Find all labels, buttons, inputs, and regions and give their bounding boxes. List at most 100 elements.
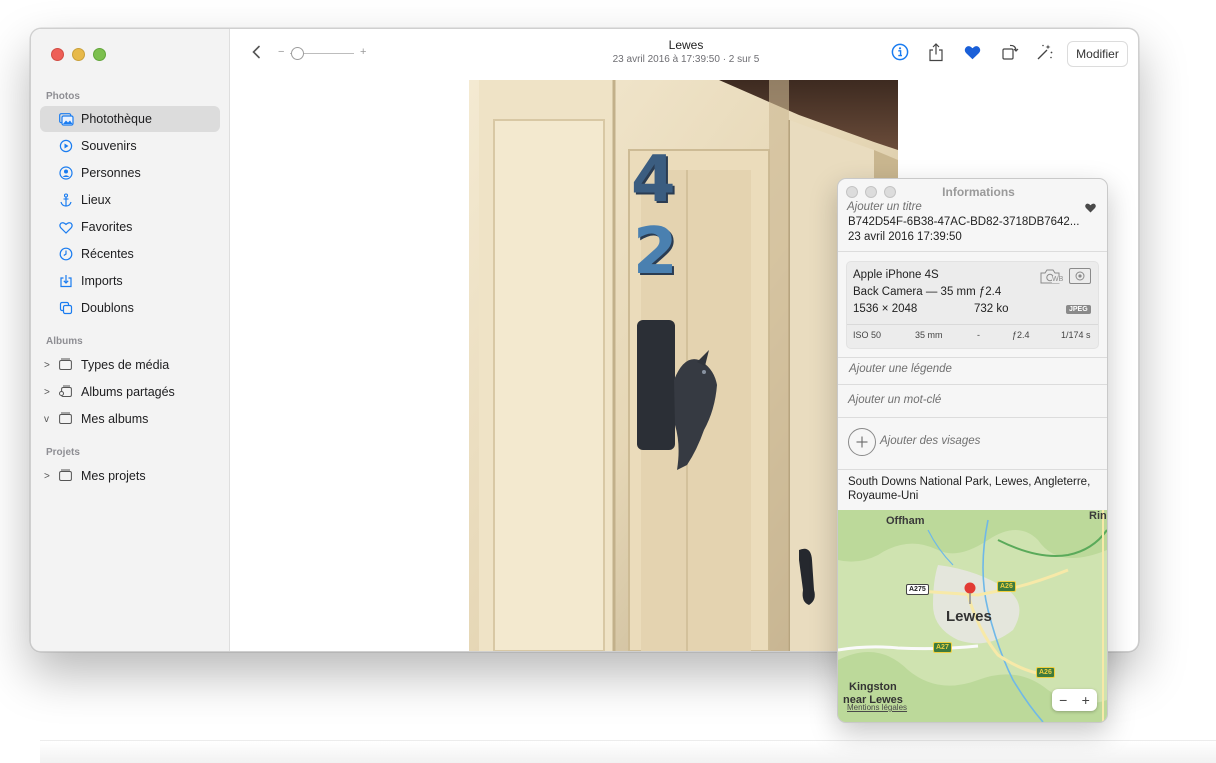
road-badge-a275: A275 [906, 584, 929, 595]
background-window-edge [40, 740, 1216, 763]
info-icon [891, 43, 909, 61]
heart-icon [58, 219, 74, 235]
sidebar-item-imports[interactable]: Imports [40, 268, 220, 294]
folder-box-icon [59, 358, 73, 372]
map-zoom-out-button[interactable]: − [1059, 692, 1067, 708]
spec-focal-length: 35 mm [915, 330, 943, 340]
duplicates-icon [58, 300, 74, 316]
map-legal-link[interactable]: Mentions légales [847, 703, 907, 712]
road-badge-a27: A27 [933, 642, 952, 653]
divider [838, 251, 1107, 252]
sidebar-item-library[interactable]: Photothèque [40, 106, 220, 132]
sidebar-item-label: Lieux [81, 193, 111, 207]
panel-title: Informations [942, 185, 1015, 199]
house-number-2: 2 [633, 215, 678, 289]
shared-album-icon [59, 385, 73, 399]
jpeg-badge: JPEG [1066, 305, 1091, 314]
sidebar-item-my-projects[interactable]: > Mes projets [40, 463, 220, 489]
enhance-button[interactable] [1035, 42, 1055, 62]
divider [838, 417, 1107, 418]
folder-box-icon [59, 412, 73, 426]
camera-lens: Back Camera — 35 mm ƒ2.4 [853, 286, 1002, 298]
map-zoom-in-button[interactable]: + [1082, 692, 1090, 708]
sidebar-item-label: Types de média [81, 358, 170, 372]
filename-text: B742D54F-6B38-47AC-BD82-3718DB7642... [848, 216, 1080, 228]
sidebar-item-label: Personnes [81, 166, 141, 180]
share-icon [929, 42, 943, 61]
sidebar-item-label: Photothèque [81, 112, 152, 126]
chevron-right-icon[interactable]: > [44, 360, 50, 371]
sidebar-item-media-types[interactable]: > Types de média [40, 352, 220, 378]
chevron-right-icon[interactable]: > [44, 471, 50, 482]
image-resolution: 1536 × 2048 [853, 303, 918, 315]
sidebar-item-duplicates[interactable]: Doublons [40, 295, 220, 321]
clock-icon [58, 246, 74, 262]
map-zoom-controls: − + [1052, 689, 1097, 711]
chevron-left-icon [252, 45, 260, 59]
plus-icon [856, 436, 868, 448]
add-title-field[interactable]: Ajouter un titre [847, 201, 922, 213]
sidebar-item-people[interactable]: Personnes [40, 160, 220, 186]
minimize-window-button[interactable] [72, 48, 85, 61]
camera-model: Apple iPhone 4S [853, 269, 939, 281]
sidebar-item-label: Souvenirs [81, 139, 137, 153]
favorite-button[interactable] [962, 42, 982, 62]
rotate-button[interactable] [1000, 42, 1020, 62]
info-button[interactable] [890, 42, 910, 62]
sidebar-item-memories[interactable]: Souvenirs [40, 133, 220, 159]
divider [847, 324, 1098, 325]
location-line-2: Royaume-Uni [848, 490, 919, 502]
photo-subtitle: 23 avril 2016 à 17:39:50 · 2 sur 5 [612, 54, 760, 65]
location-line-1: South Downs National Park, Lewes, Anglet… [848, 476, 1091, 488]
spec-aperture: ƒ2.4 [1012, 330, 1030, 340]
share-button[interactable] [926, 42, 946, 62]
back-button[interactable] [251, 45, 261, 64]
sidebar-item-label: Récentes [81, 247, 134, 261]
divider [838, 357, 1107, 358]
people-icon [58, 165, 74, 181]
camera-info-card: Apple iPhone 4S Back Camera — 35 mm ƒ2.4… [846, 261, 1099, 349]
road-badge-a26: A26 [997, 581, 1016, 592]
sidebar-item-recents[interactable]: Récentes [40, 241, 220, 267]
favorite-heart-icon[interactable] [1085, 203, 1096, 213]
add-faces-button[interactable] [848, 428, 876, 456]
sidebar-item-label: Albums partagés [81, 385, 175, 399]
places-anchor-icon [58, 192, 74, 208]
sidebar-item-my-albums[interactable]: v Mes albums [40, 406, 220, 432]
zoom-out-label: − [278, 46, 285, 58]
sidebar-item-label: Mes albums [81, 412, 149, 426]
sidebar-item-label: Doublons [81, 301, 134, 315]
sidebar-item-shared-albums[interactable]: > Albums partagés [40, 379, 220, 405]
house-number-4: 4 [631, 143, 676, 217]
spec-shutter: 1/174 s [1061, 330, 1091, 340]
divider [838, 469, 1107, 470]
import-icon [58, 273, 74, 289]
magic-wand-icon [1037, 44, 1053, 60]
map-label-kingston: Kingston [849, 681, 897, 693]
road-badge-a26-south: A26 [1036, 667, 1055, 678]
chevron-right-icon[interactable]: > [44, 387, 50, 398]
memories-icon [58, 138, 74, 154]
add-caption-field[interactable]: Ajouter une légende [849, 363, 952, 375]
folder-box-icon [59, 469, 73, 483]
section-title-albums: Albums [46, 336, 83, 347]
zoom-window-button[interactable] [93, 48, 106, 61]
photo-title: Lewes [668, 38, 704, 52]
sidebar: Photos Photothèque Souvenirs Personnes L… [31, 29, 230, 651]
file-size: 732 ko [974, 303, 1009, 315]
door-photo-image [469, 80, 898, 651]
add-keyword-field[interactable]: Ajouter un mot-clé [848, 394, 941, 406]
close-window-button[interactable] [51, 48, 64, 61]
chevron-down-icon[interactable]: v [44, 414, 49, 425]
spec-iso: ISO 50 [853, 330, 882, 340]
heart-filled-icon [964, 45, 980, 59]
edit-button[interactable]: Modifier [1067, 41, 1128, 67]
section-title-projects: Projets [46, 447, 80, 458]
sidebar-item-places[interactable]: Lieux [40, 187, 220, 213]
sidebar-item-favorites[interactable]: Favorites [40, 214, 220, 240]
photo-view[interactable]: 4 2 [469, 80, 898, 651]
zoom-slider-handle[interactable] [291, 47, 304, 60]
map-label-offham: Offham [886, 515, 925, 527]
zoom-in-label: + [360, 46, 367, 58]
datetime-text: 23 avril 2016 17:39:50 [848, 231, 962, 243]
